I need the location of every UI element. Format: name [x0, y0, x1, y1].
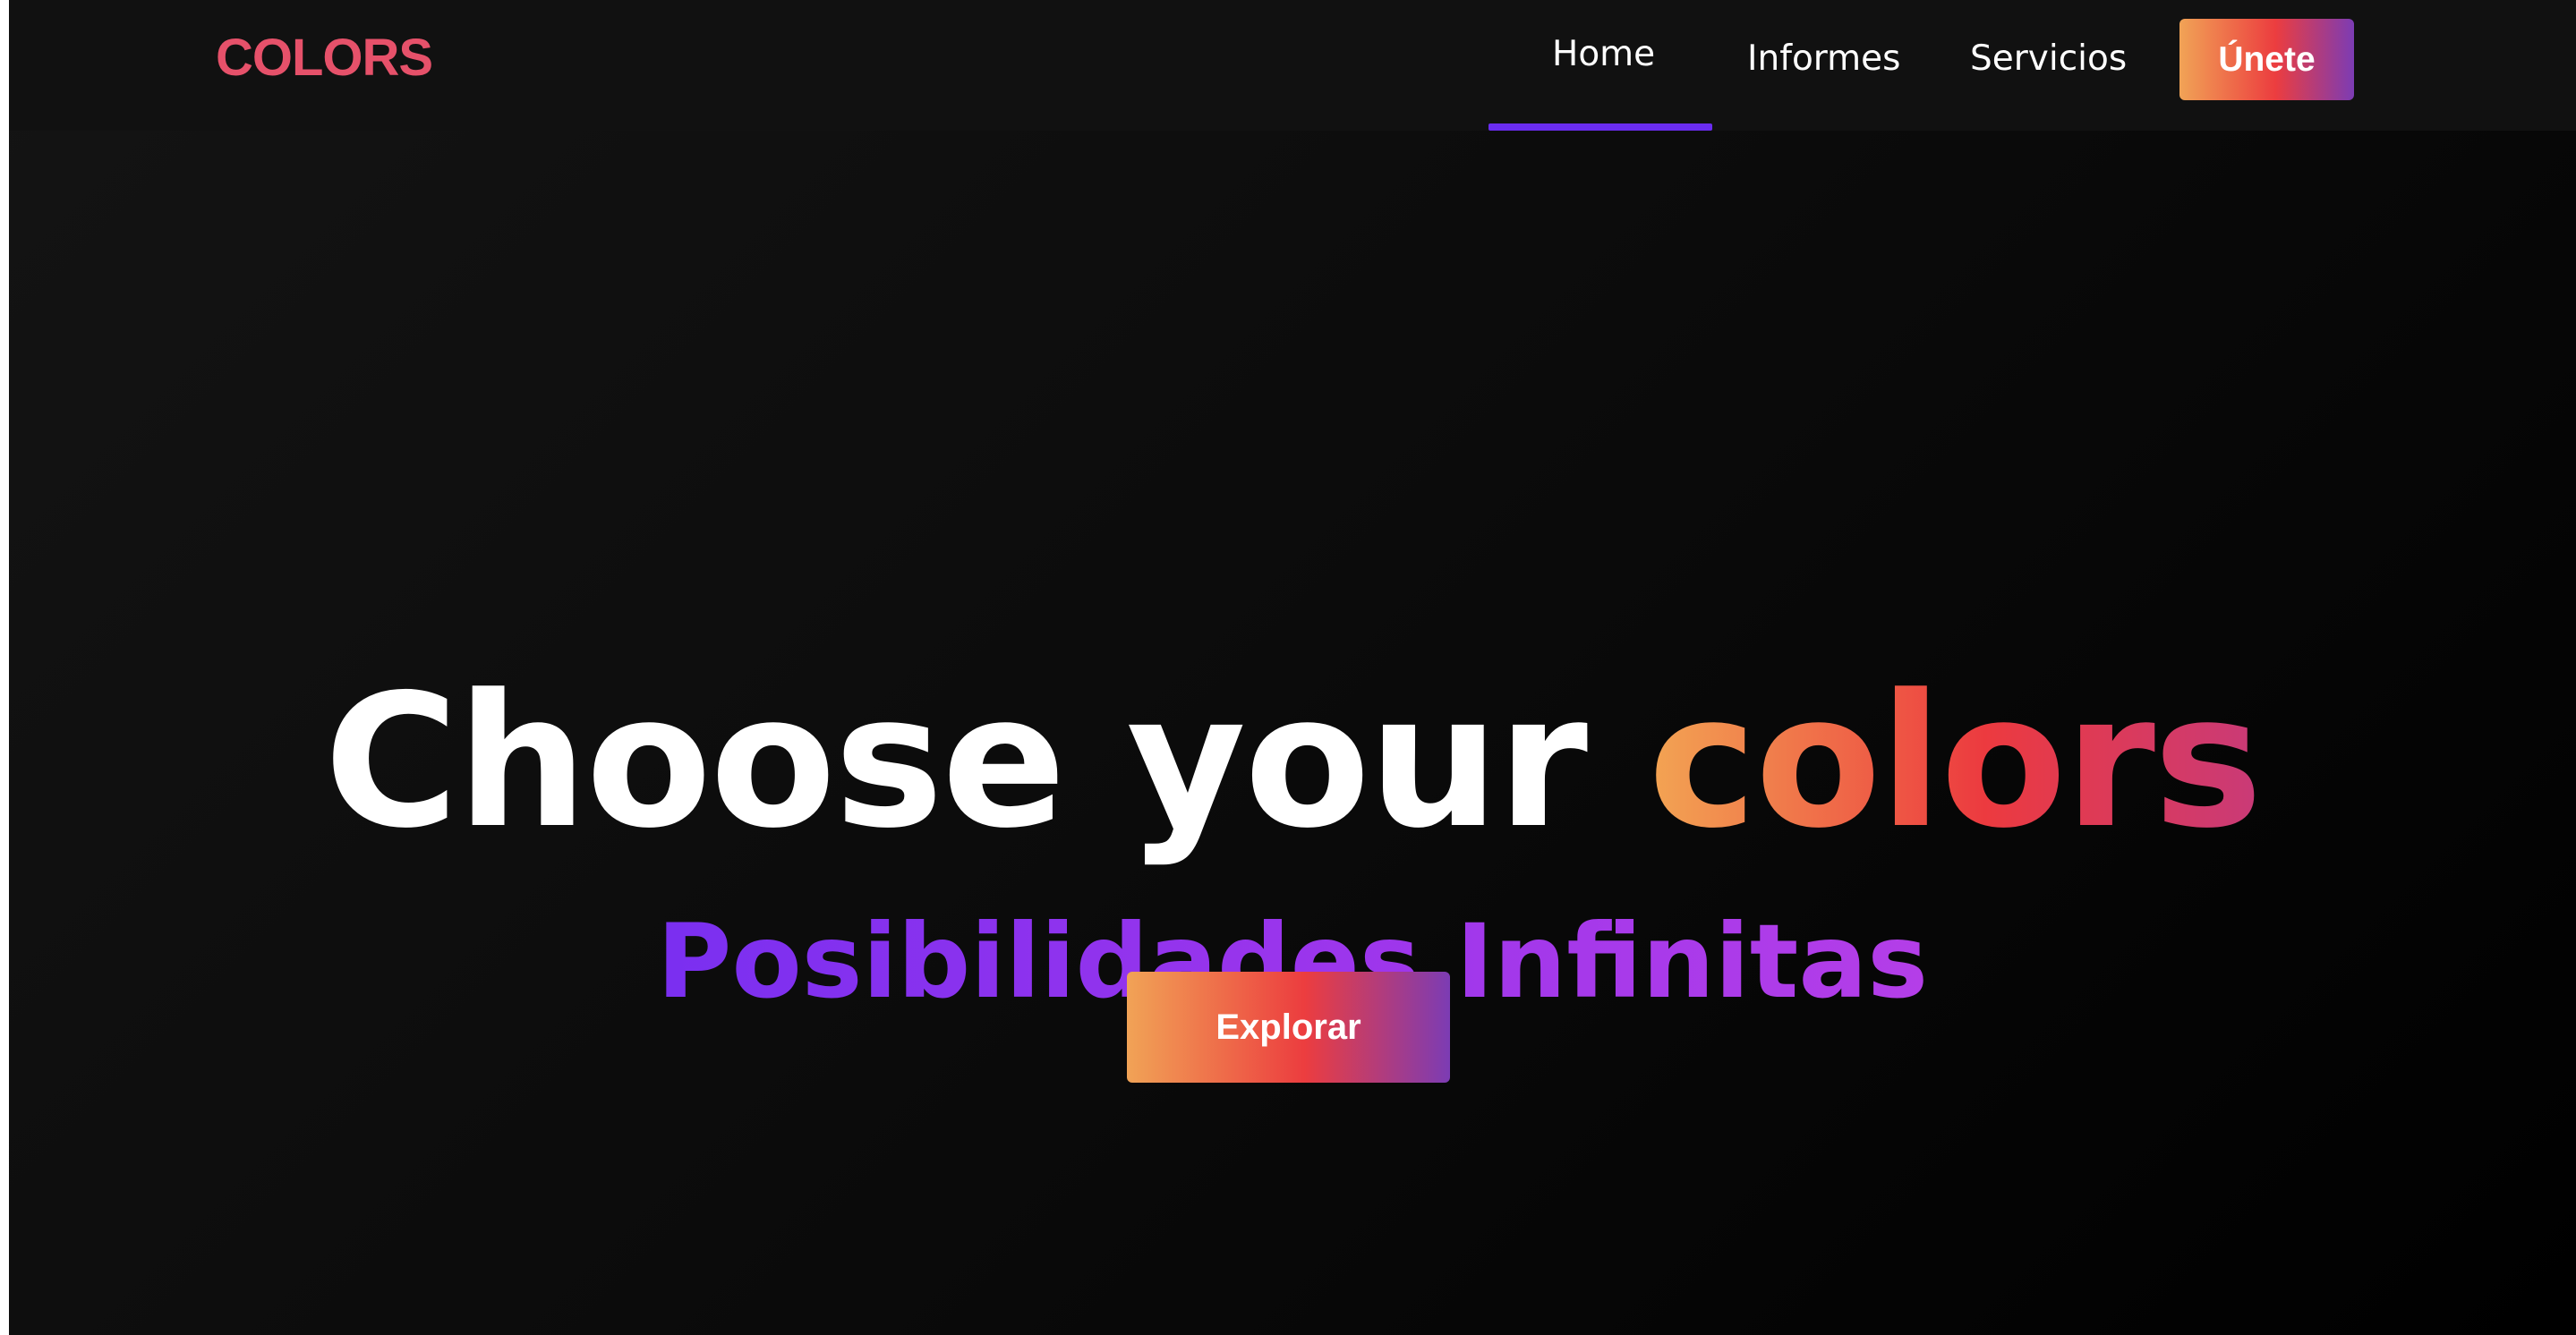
nav-link-servicios[interactable]: Servicios [1970, 37, 2127, 81]
nav-link-informes[interactable]: Informes [1747, 37, 1900, 81]
active-nav-indicator [1488, 123, 1712, 131]
nav-link-home[interactable]: Home [1552, 32, 1655, 77]
hero-title-main: Choose your [324, 656, 1588, 870]
hero-title-accent: colors [1648, 656, 2263, 870]
explore-button[interactable]: Explorar [1127, 972, 1450, 1083]
brand-logo[interactable]: COLORS [216, 27, 433, 89]
join-button[interactable]: Únete [2179, 19, 2354, 100]
top-navbar: COLORS Home Informes Servicios Únete [9, 0, 2576, 131]
hero-title: Choose your colors [9, 655, 2576, 870]
browser-viewport: COLORS Home Informes Servicios Únete Cho… [9, 0, 2576, 1335]
page: COLORS Home Informes Servicios Únete Cho… [0, 0, 2576, 1335]
